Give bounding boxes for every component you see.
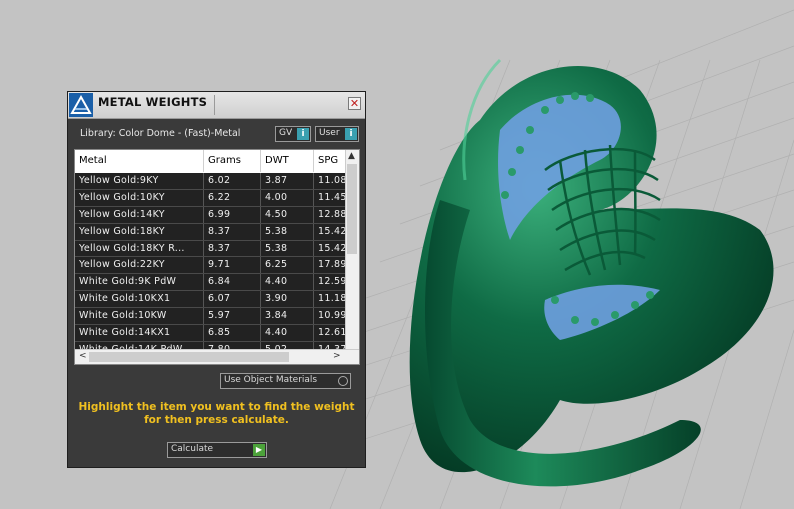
- horizontal-scroll-thumb[interactable]: [89, 352, 289, 362]
- cell-dwt: 6.25: [261, 257, 314, 274]
- cell-grams: 6.84: [204, 274, 261, 291]
- cell-grams: 5.97: [204, 308, 261, 325]
- cell-grams: 6.22: [204, 189, 261, 206]
- cell-dwt: 4.40: [261, 274, 314, 291]
- cell-grams: 6.02: [204, 173, 261, 189]
- radio-icon: [338, 376, 348, 386]
- cell-metal: Yellow Gold:18KY R...: [75, 240, 204, 257]
- cell-metal: Yellow Gold:9KY: [75, 173, 204, 189]
- close-icon: ✕: [349, 97, 360, 110]
- cell-dwt: 3.87: [261, 173, 314, 189]
- cell-grams: 8.37: [204, 223, 261, 240]
- cell-metal: Yellow Gold:10KY: [75, 189, 204, 206]
- header-grams[interactable]: Grams: [204, 150, 261, 172]
- calculate-button[interactable]: Calculate ▶: [167, 442, 267, 458]
- table-row[interactable]: Yellow Gold:10KY 6.22 4.00 11.45: [75, 189, 350, 207]
- cell-metal: Yellow Gold:22KY: [75, 257, 204, 274]
- table-row[interactable]: White Gold:14KX1 6.85 4.40 12.61: [75, 325, 350, 342]
- cell-metal: Yellow Gold:14KY: [75, 206, 204, 223]
- cell-dwt: 4.40: [261, 325, 314, 341]
- table-row[interactable]: White Gold:10KX1 6.07 3.90 11.18: [75, 291, 350, 309]
- table-body: Yellow Gold:9KY 6.02 3.87 11.08 Yellow Gold…: [75, 173, 350, 359]
- table-row[interactable]: Yellow Gold:22KY 9.71 6.25 17.89: [75, 257, 350, 275]
- panel-title: METAL WEIGHTS: [98, 95, 208, 109]
- cell-metal: White Gold:9K PdW: [75, 274, 204, 291]
- use-object-materials-label: Use Object Materials: [224, 375, 318, 385]
- app-logo-icon: [69, 93, 93, 117]
- cell-grams: 6.07: [204, 291, 261, 308]
- table-row[interactable]: Yellow Gold:14KY 6.99 4.50 12.88: [75, 206, 350, 224]
- header-metal[interactable]: Metal: [75, 150, 204, 172]
- panel-titlebar[interactable]: METAL WEIGHTS ✕: [68, 92, 365, 119]
- table-row[interactable]: White Gold:9K PdW 6.84 4.40 12.59: [75, 274, 350, 292]
- scroll-left-icon[interactable]: <: [79, 351, 87, 361]
- gv-label: GV: [279, 128, 293, 138]
- cell-metal: White Gold:10KW: [75, 308, 204, 325]
- cell-grams: 8.37: [204, 240, 261, 257]
- scroll-up-icon[interactable]: ▲: [348, 151, 355, 161]
- cell-dwt: 5.38: [261, 240, 314, 257]
- info-icon: i: [297, 128, 309, 140]
- hint-text: Highlight the item you want to find the …: [78, 401, 355, 426]
- cell-dwt: 3.90: [261, 291, 314, 308]
- ring-model: [409, 58, 774, 487]
- scroll-right-icon[interactable]: >: [333, 351, 341, 361]
- table-row[interactable]: Yellow Gold:18KY 8.37 5.38 15.42: [75, 223, 350, 241]
- cell-dwt: 4.00: [261, 189, 314, 206]
- horizontal-scrollbar[interactable]: < >: [75, 349, 359, 364]
- cell-metal: Yellow Gold:18KY: [75, 223, 204, 240]
- user-label: User: [319, 128, 340, 138]
- library-label: Library: Color Dome - (Fast)-Metal: [80, 128, 241, 139]
- cell-grams: 6.99: [204, 206, 261, 223]
- gv-toggle[interactable]: GV i: [275, 126, 311, 142]
- calculate-label: Calculate: [171, 444, 214, 454]
- vertical-scroll-thumb[interactable]: [347, 164, 357, 254]
- header-dwt[interactable]: DWT: [261, 150, 314, 172]
- table-header: Metal Grams DWT SPG: [75, 150, 350, 172]
- cell-dwt: 5.38: [261, 223, 314, 240]
- user-toggle[interactable]: User i: [315, 126, 359, 142]
- play-icon: ▶: [253, 444, 265, 456]
- metal-table[interactable]: Metal Grams DWT SPG Yellow Gold:9KY 6.02 3…: [74, 149, 360, 365]
- cell-grams: 9.71: [204, 257, 261, 274]
- cell-dwt: 4.50: [261, 206, 314, 223]
- vertical-scrollbar[interactable]: ▲: [345, 150, 359, 350]
- metal-weights-panel: METAL WEIGHTS ✕ Library: Color Dome - (F…: [67, 91, 366, 468]
- close-button[interactable]: ✕: [348, 97, 361, 110]
- cell-dwt: 3.84: [261, 308, 314, 325]
- cell-metal: White Gold:14KX1: [75, 325, 204, 341]
- cell-metal: White Gold:10KX1: [75, 291, 204, 308]
- info-icon: i: [345, 128, 357, 140]
- table-row[interactable]: Yellow Gold:9KY 6.02 3.87 11.08: [75, 173, 350, 190]
- title-divider: [214, 95, 215, 115]
- cell-grams: 6.85: [204, 325, 261, 341]
- table-row[interactable]: White Gold:10KW 5.97 3.84 10.99: [75, 308, 350, 326]
- use-object-materials-toggle[interactable]: Use Object Materials: [220, 373, 351, 389]
- table-row[interactable]: Yellow Gold:18KY R... 8.37 5.38 15.42: [75, 240, 350, 258]
